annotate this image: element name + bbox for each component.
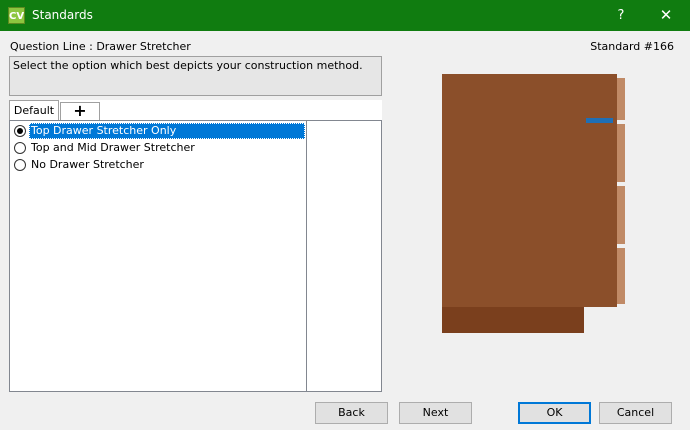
cabinet-base: [442, 307, 584, 333]
option-label[interactable]: Top Drawer Stretcher Only: [29, 123, 305, 139]
cancel-button[interactable]: Cancel: [599, 402, 672, 424]
list-divider: [306, 121, 307, 391]
next-button[interactable]: Next: [399, 402, 472, 424]
back-button[interactable]: Back: [315, 402, 388, 424]
tab-default[interactable]: Default: [9, 100, 59, 121]
dialog-body: Question Line : Drawer Stretcher Standar…: [0, 31, 690, 430]
tab-strip: Default +: [9, 100, 382, 121]
options-list: Top Drawer Stretcher Only Top and Mid Dr…: [9, 120, 382, 392]
ok-button[interactable]: OK: [518, 402, 591, 424]
title-bar: CV Standards ? ✕: [0, 0, 690, 31]
list-item[interactable]: Top Drawer Stretcher Only: [14, 123, 305, 139]
help-button[interactable]: ?: [598, 0, 644, 31]
radio-button[interactable]: [14, 125, 26, 137]
app-logo-icon: CV: [8, 7, 25, 24]
cabinet-preview-image: [442, 74, 625, 333]
radio-button[interactable]: [14, 159, 26, 171]
standard-number-label: Standard #166: [590, 40, 674, 53]
window-title: Standards: [32, 8, 93, 22]
list-item[interactable]: No Drawer Stretcher: [14, 157, 304, 173]
option-label[interactable]: Top and Mid Drawer Stretcher: [29, 140, 197, 156]
close-button[interactable]: ✕: [643, 0, 689, 31]
drawer-stretcher: [586, 118, 613, 123]
list-item[interactable]: Top and Mid Drawer Stretcher: [14, 140, 304, 156]
instruction-text: Select the option which best depicts you…: [9, 56, 382, 96]
add-tab-button[interactable]: +: [60, 102, 100, 120]
question-line-label: Question Line : Drawer Stretcher: [10, 40, 191, 53]
option-label[interactable]: No Drawer Stretcher: [29, 157, 146, 173]
cabinet-body: [442, 74, 617, 307]
radio-button[interactable]: [14, 142, 26, 154]
